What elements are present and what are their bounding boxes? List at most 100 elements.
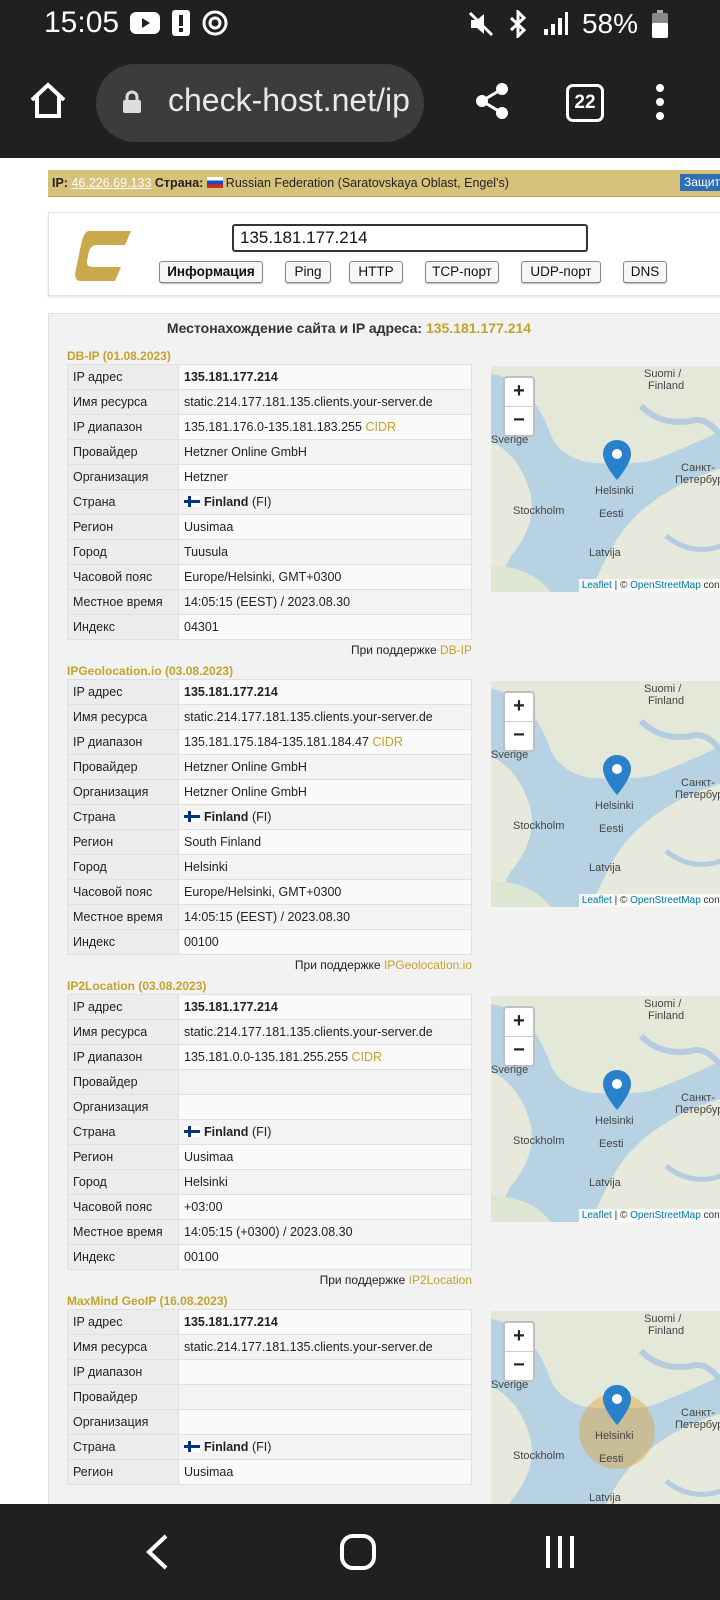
support-note: При поддержке IPGeolocation.io [294, 958, 472, 972]
url-text: check-host.net/ip [168, 82, 410, 118]
http-button[interactable]: HTTP [349, 261, 403, 283]
map-label: Helsinki [595, 800, 634, 812]
leaflet-link[interactable]: Leaflet [582, 580, 612, 591]
row-label: Город [67, 1169, 179, 1195]
source-maxmind: MaxMind GeoIP (16.08.2023) IP адрес 135.1… [67, 1293, 720, 1504]
row-value: 135.181.177.214 [178, 364, 472, 390]
row-value: Helsinki [178, 1169, 472, 1195]
location-map[interactable]: +− Suomi /Finland Sverige Санкт-Петербург He… [491, 996, 720, 1222]
info-button[interactable]: Информация [159, 261, 263, 283]
support-link[interactable]: DB-IP [440, 643, 472, 657]
geo-table: IP адрес 135.181.177.214 Имя ресурса stati… [67, 994, 472, 1270]
zoom-out-button[interactable]: − [505, 407, 533, 435]
ping-button[interactable]: Ping [285, 261, 331, 283]
zoom-in-button[interactable]: + [505, 1008, 533, 1037]
map-label: Finland [648, 1325, 685, 1337]
row-value: 00100 [178, 929, 472, 955]
row-label: Страна [67, 804, 179, 830]
menu-button[interactable] [656, 84, 666, 126]
row-label: Регион [67, 1459, 179, 1485]
osm-link[interactable]: OpenStreetMap [630, 895, 701, 906]
geo-table: IP адрес 135.181.177.214 Имя ресурса stati… [67, 364, 472, 640]
table-row: Страна Finland (FI) [67, 1434, 472, 1460]
map-label: Latvija [589, 1177, 621, 1189]
status-bar: 15:05 58% [0, 0, 720, 50]
support-link[interactable]: IPGeolocation.io [384, 958, 472, 972]
row-value: Finland (FI) [178, 1434, 472, 1460]
finland-flag-icon [184, 1126, 200, 1137]
country-label: Страна: [154, 176, 204, 190]
protect-button[interactable]: Защит [680, 174, 720, 191]
recents-button[interactable] [544, 1534, 576, 1570]
row-value: 14:05:15 (+0300) / 2023.08.30 [178, 1219, 472, 1245]
table-row: IP диапазон [67, 1359, 472, 1385]
dns-button[interactable]: DNS [623, 261, 667, 283]
row-label: Имя ресурса [67, 1334, 179, 1360]
map-zoom-control: + − [503, 1006, 535, 1067]
table-row: Регион Uusimaa [67, 1459, 472, 1485]
cidr-link[interactable]: CIDR [365, 420, 396, 434]
title-ip: 135.181.177.214 [425, 320, 532, 336]
table-row: Местное время 14:05:15 (+0300) / 2023.08.… [67, 1219, 472, 1245]
youtube-icon [130, 12, 160, 34]
leaflet-link[interactable]: Leaflet [582, 1210, 612, 1221]
share-button[interactable] [474, 82, 510, 120]
zoom-in-button[interactable]: + [505, 1323, 533, 1352]
zoom-in-button[interactable]: + [505, 693, 533, 722]
cidr-link[interactable]: CIDR [372, 735, 403, 749]
table-row: Имя ресурса static.214.177.181.135.client… [67, 1019, 472, 1045]
address-bar[interactable]: check-host.net/ip [96, 64, 424, 142]
home-button[interactable] [28, 80, 68, 120]
row-label: IP диапазон [67, 1359, 179, 1385]
table-row: Регион South Finland [67, 829, 472, 855]
row-label: Организация [67, 779, 179, 805]
ip-link[interactable]: 46.226.69.133 [71, 176, 151, 190]
row-value: South Finland [178, 829, 472, 855]
udp-port-button[interactable]: UDP-порт [521, 261, 601, 283]
map-label: Stockholm [513, 1450, 565, 1462]
map-label: Finland [648, 380, 685, 392]
row-value: 135.181.177.214 [178, 1309, 472, 1335]
tab-switcher-button[interactable]: 22 [566, 84, 604, 122]
row-label: Индекс [67, 929, 179, 955]
table-row: Страна Finland (FI) [67, 804, 472, 830]
home-nav-button[interactable] [340, 1534, 376, 1570]
row-value: Helsinki [178, 854, 472, 880]
row-label: Страна [67, 489, 179, 515]
row-label: Страна [67, 1434, 179, 1460]
table-row: Имя ресурса static.214.177.181.135.client… [67, 704, 472, 730]
tcp-port-button[interactable]: TCP-порт [425, 261, 499, 283]
location-map[interactable]: +− Suomi /Finland Sverige Санкт-Петербург He… [491, 1311, 720, 1504]
table-row: Местное время 14:05:15 (EEST) / 2023.08.3… [67, 589, 472, 615]
map-label: Suomi / [644, 368, 682, 380]
zoom-out-button[interactable]: − [505, 1037, 533, 1065]
location-map[interactable]: +− Suomi /Finland Sverige Санкт-Петербург He… [491, 681, 720, 907]
support-link[interactable]: IP2Location [409, 1273, 472, 1287]
map-label: Suomi / [644, 683, 682, 695]
table-row: Город Tuusula [67, 539, 472, 565]
ip-search-input[interactable]: 135.181.177.214 [232, 224, 588, 252]
map-attribution: Leaflet | © OpenStreetMap contri [578, 894, 720, 907]
zoom-out-button[interactable]: − [505, 1352, 533, 1380]
table-row: Провайдер [67, 1069, 472, 1095]
table-row: Часовой пояс +03:00 [67, 1194, 472, 1220]
zoom-out-button[interactable]: − [505, 722, 533, 750]
cidr-link[interactable]: CIDR [352, 1050, 383, 1064]
map-label: Helsinki [595, 1430, 634, 1442]
sync-icon [202, 10, 228, 36]
osm-link[interactable]: OpenStreetMap [630, 580, 701, 591]
row-value [178, 1094, 472, 1120]
table-row: IP адрес 135.181.177.214 [67, 1309, 472, 1335]
back-button[interactable] [144, 1534, 170, 1570]
source-dbip: DB-IP (01.08.2023) IP адрес 135.181.177.2… [67, 348, 720, 660]
table-row: Город Helsinki [67, 854, 472, 880]
zoom-in-button[interactable]: + [505, 378, 533, 407]
map-label: Finland [648, 1010, 685, 1022]
location-map[interactable]: +− Suomi /Finland Sverige Санкт-Петербург He… [491, 366, 720, 592]
osm-link[interactable]: OpenStreetMap [630, 1210, 701, 1221]
map-label: Eesti [599, 508, 624, 520]
map-label: Helsinki [595, 1115, 634, 1127]
row-label: Организация [67, 1409, 179, 1435]
leaflet-link[interactable]: Leaflet [582, 895, 612, 906]
row-value: Uusimaa [178, 1459, 472, 1485]
